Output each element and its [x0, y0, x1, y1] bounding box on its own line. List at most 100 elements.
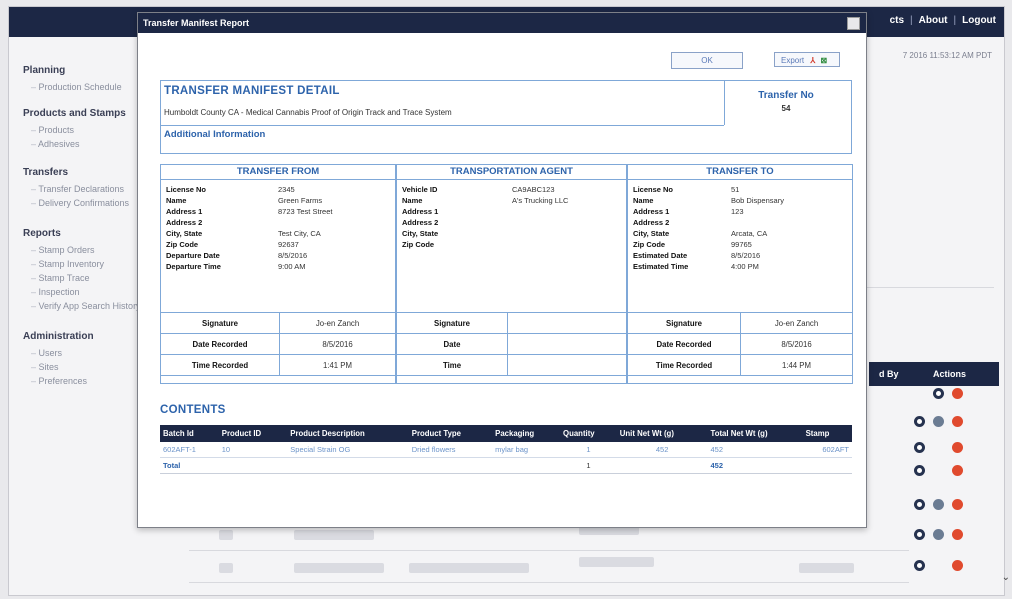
signature-value: [507, 312, 627, 334]
edit-icon[interactable]: [933, 416, 944, 427]
total-row: Total 1 452: [160, 457, 852, 474]
divider: [189, 582, 909, 583]
sidebar-item-users[interactable]: Users: [31, 348, 144, 358]
sidebar-section-planning: Planning Production Schedule: [23, 65, 144, 92]
sidebar-item-transfer-declarations[interactable]: Transfer Declarations: [31, 184, 144, 194]
view-icon[interactable]: [914, 442, 925, 453]
field-value: Arcata, CA: [731, 229, 768, 238]
field-label: Name: [166, 196, 187, 205]
date-value: [507, 333, 627, 355]
manifest-header: TRANSFER MANIFEST DETAIL Humboldt County…: [160, 80, 852, 154]
transfer-number-label: Transfer No: [758, 90, 814, 101]
field-label: Name: [402, 196, 423, 205]
sidebar-section-administration: Administration Users Sites Preferences: [23, 331, 144, 386]
transfer-from-signature-table: Signature Jo-en Zanch Date Recorded 8/5/20…: [160, 312, 396, 376]
nav-link-contacts[interactable]: cts: [890, 15, 904, 26]
signature-value: Jo-en Zanch: [279, 312, 396, 334]
contents-heading: CONTENTS: [160, 404, 226, 416]
sidebar-item-stamp-inventory[interactable]: Stamp Inventory: [31, 259, 144, 269]
column-header: Batch Id: [160, 425, 219, 442]
background-table-header: d By Actions: [869, 362, 999, 386]
view-icon[interactable]: [914, 560, 925, 571]
sidebar-item-production-schedule[interactable]: Production Schedule: [31, 82, 144, 92]
cell-quantity: 1: [560, 442, 617, 458]
delete-icon[interactable]: [952, 416, 963, 427]
transfer-to-fields: License No 51 Name Bob Dispensary Address …: [633, 185, 848, 285]
field-label: Departure Time: [166, 262, 221, 271]
field-label: License No: [633, 185, 674, 194]
delete-icon[interactable]: [952, 560, 963, 571]
view-icon[interactable]: [914, 416, 925, 427]
pdf-icon[interactable]: ⅄: [810, 56, 815, 65]
manifest-subtitle: Humboldt County CA - Medical Cannabis Pr…: [164, 108, 452, 117]
transfer-to-panel: TRANSFER TO License No 51 Name Bob Dispens…: [627, 164, 853, 384]
field-label: Zip Code: [402, 240, 435, 249]
nav-link-logout[interactable]: Logout: [962, 15, 996, 26]
close-icon[interactable]: [847, 17, 860, 30]
dialog-titlebar: Transfer Manifest Report: [138, 13, 866, 33]
edit-icon[interactable]: [933, 499, 944, 510]
view-icon[interactable]: [914, 499, 925, 510]
delete-icon[interactable]: [952, 388, 963, 399]
column-header: Packaging: [492, 425, 561, 442]
column-header: Stamp: [802, 425, 852, 442]
time-recorded-value: 1:41 PM: [279, 354, 396, 376]
blurred-cell: [409, 563, 529, 573]
sidebar-item-delivery-confirmations[interactable]: Delivery Confirmations: [31, 198, 144, 208]
view-icon[interactable]: [933, 388, 944, 399]
row-actions: [914, 529, 963, 540]
blurred-cell: [579, 557, 654, 567]
row-actions: [914, 465, 963, 476]
field-value: Green Farms: [278, 196, 323, 205]
transportation-agent-fields: Vehicle ID CA9ABC123 Name A's Trucking LLC…: [402, 185, 622, 265]
edit-icon[interactable]: [933, 529, 944, 540]
column-header: Total Net Wt (g): [707, 425, 803, 442]
field-value: 2345: [278, 185, 295, 194]
sidebar-heading: Reports: [23, 228, 61, 239]
sidebar-heading: Transfers: [23, 167, 69, 178]
time-label: Time: [396, 354, 508, 376]
nav-link-about[interactable]: About: [919, 15, 948, 26]
delete-icon[interactable]: [952, 499, 963, 510]
view-icon[interactable]: [914, 529, 925, 540]
sidebar-item-adhesives[interactable]: Adhesives: [31, 139, 144, 149]
delete-icon[interactable]: [952, 465, 963, 476]
excel-icon[interactable]: ⊠: [820, 56, 827, 65]
sidebar-item-sites[interactable]: Sites: [31, 362, 144, 372]
sidebar-section-products: Products and Stamps Products Adhesives: [23, 108, 144, 149]
sidebar-item-preferences[interactable]: Preferences: [31, 376, 144, 386]
cell-batch-id[interactable]: 602AFT-1: [160, 442, 219, 458]
field-value: 8/5/2016: [731, 251, 761, 260]
field-value: A's Trucking LLC: [512, 196, 569, 205]
transportation-agent-panel: TRANSPORTATION AGENT Vehicle ID CA9ABC123…: [396, 164, 627, 384]
date-recorded-label: Date Recorded: [627, 333, 741, 355]
sidebar-item-stamp-trace[interactable]: Stamp Trace: [31, 273, 144, 283]
export-button[interactable]: Export ⅄ ⊠: [774, 52, 840, 67]
scroll-down-icon[interactable]: ⌄: [1002, 572, 1010, 583]
sidebar-item-products[interactable]: Products: [31, 125, 144, 135]
ok-button[interactable]: OK: [671, 52, 743, 69]
sidebar-item-inspection[interactable]: Inspection: [31, 287, 144, 297]
column-header: Quantity: [560, 425, 617, 442]
delete-icon[interactable]: [952, 442, 963, 453]
column-header-actions: Actions: [933, 369, 967, 379]
field-label: Estimated Date: [633, 251, 688, 260]
date-label: Date: [396, 333, 508, 355]
cell-product-description: Special Strain OG: [287, 442, 409, 458]
field-label: Address 1: [166, 207, 203, 216]
total-net-wt: 452: [707, 457, 803, 474]
blurred-cell: [219, 563, 233, 573]
transfer-from-fields: License No 2345 Name Green Farms Address 1…: [166, 185, 386, 285]
view-icon[interactable]: [914, 465, 925, 476]
time-recorded-label: Time Recorded: [160, 354, 280, 376]
top-nav-links: cts | About | Logout: [889, 15, 996, 26]
sidebar-item-stamp-orders[interactable]: Stamp Orders: [31, 245, 144, 255]
signature-value: Jo-en Zanch: [740, 312, 853, 334]
signature-label: Signature: [160, 312, 280, 334]
field-value: 123: [731, 207, 744, 216]
field-value: 8/5/2016: [278, 251, 308, 260]
delete-icon[interactable]: [952, 529, 963, 540]
signature-label: Signature: [627, 312, 741, 334]
sidebar-item-verify-app-search[interactable]: Verify App Search History: [31, 301, 144, 311]
field-value: Test City, CA: [278, 229, 321, 238]
